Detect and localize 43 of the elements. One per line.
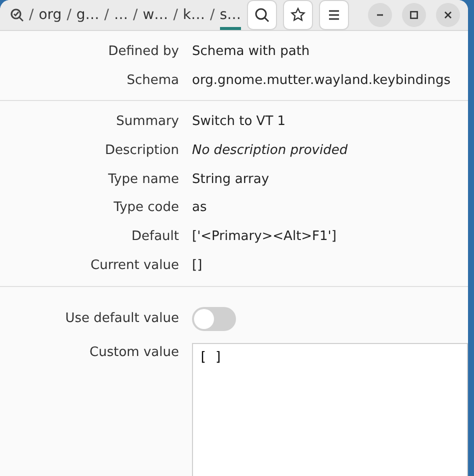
property-label: Schema: [126, 72, 179, 88]
maximize-icon: [410, 11, 418, 19]
path-segment[interactable]: s…: [220, 3, 242, 30]
path-segment[interactable]: w…: [142, 3, 168, 30]
property-label: Summary: [115, 114, 179, 130]
property-value: as: [192, 200, 207, 216]
search-button[interactable]: [247, 0, 278, 30]
property-label: Type code: [112, 200, 179, 216]
property-label: Description: [104, 142, 179, 158]
property-label: Current value: [90, 258, 179, 273]
menu-button[interactable]: [319, 0, 350, 30]
path-segment[interactable]: …: [114, 3, 128, 30]
search-icon[interactable]: [10, 8, 24, 22]
text-field[interactable]: [ ]: [192, 342, 468, 476]
property-label: Defined by: [107, 44, 179, 59]
property-value: No description provided: [192, 142, 348, 158]
property-value: org.gnome.mutter.wayland.keybindings: [192, 72, 451, 88]
toggle-switch[interactable]: [192, 306, 236, 330]
close-button[interactable]: [436, 3, 460, 27]
property-value: Switch to VT 1: [192, 114, 286, 130]
property-value: Schema with path: [192, 44, 310, 59]
property-label: Default: [130, 228, 179, 244]
maximize-button[interactable]: [402, 3, 426, 27]
property-value: String array: [192, 172, 270, 187]
search-icon: [254, 7, 270, 23]
property-label: Use default value: [64, 311, 179, 326]
bookmark-button[interactable]: [283, 0, 314, 30]
star-icon: [290, 7, 306, 23]
property-label: Type name: [107, 172, 179, 187]
property-value: ['<Primary><Alt>F1']: [192, 228, 336, 244]
close-icon: [444, 11, 452, 19]
path-segment[interactable]: org: [38, 3, 62, 30]
property-label: Custom value: [88, 344, 179, 360]
path-separator: /: [104, 7, 110, 23]
path-separator: /: [173, 7, 178, 23]
path-segment[interactable]: k…: [182, 3, 206, 30]
path-segment[interactable]: g…: [76, 3, 100, 30]
path-separator: /: [133, 7, 138, 23]
path-separator: /: [210, 7, 215, 23]
property-value: []: [192, 258, 202, 273]
path-separator: /: [66, 7, 72, 23]
minimize-icon: [377, 14, 384, 16]
path-separator: /: [29, 7, 34, 23]
